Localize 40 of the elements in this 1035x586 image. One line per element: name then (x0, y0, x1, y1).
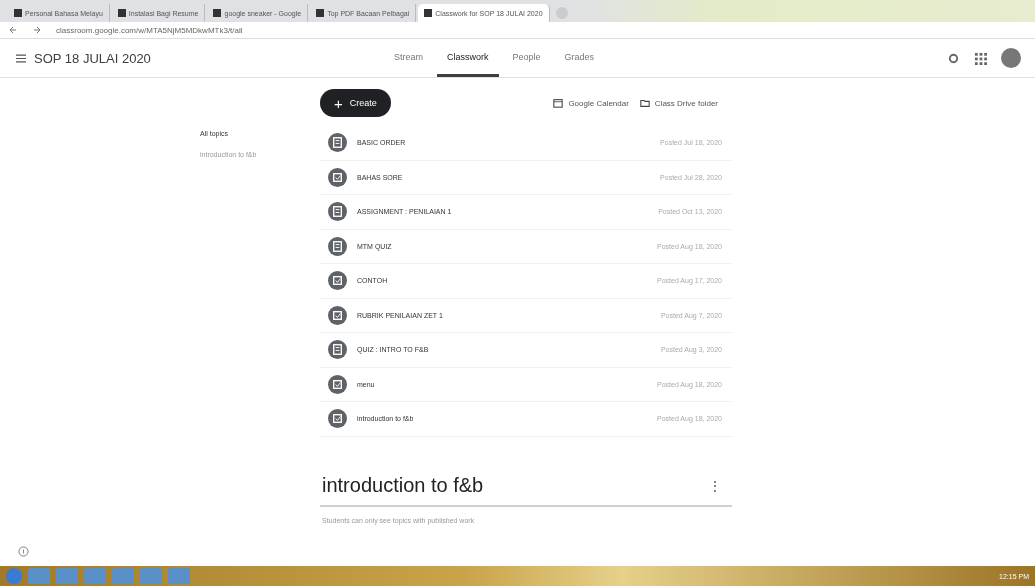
toolbar-link[interactable]: Class Drive folder (654, 98, 718, 108)
checkbox-icon (328, 271, 347, 291)
nav-tab[interactable]: People (502, 39, 551, 77)
taskbar-app-icon[interactable] (28, 568, 50, 584)
favicon-icon (14, 9, 22, 17)
nav-tab[interactable]: Grades (554, 39, 605, 77)
favicon-icon (213, 9, 222, 17)
checkbox-icon (328, 167, 347, 187)
folder-icon (639, 98, 650, 108)
address-bar[interactable]: classroom.google.com/w/MTA5NjM5MDkwMTk3/t/all (56, 25, 243, 35)
favicon-icon (424, 9, 433, 17)
nav-tab[interactable]: Stream (384, 39, 433, 77)
clipboard-icon (328, 236, 347, 256)
taskbar-app-icon[interactable] (168, 568, 190, 584)
taskbar-app-icon[interactable] (140, 568, 162, 584)
taskbar-app-icon[interactable] (56, 568, 78, 584)
start-button[interactable] (6, 568, 22, 584)
taskbar-app-icon[interactable] (112, 568, 134, 584)
clipboard-icon (328, 202, 347, 222)
avatar[interactable] (1001, 48, 1021, 68)
favicon-icon (117, 9, 126, 17)
favicon-icon (316, 9, 325, 17)
taskbar-app-icon[interactable] (84, 568, 106, 584)
topic-heading: introduction to f&b (322, 474, 484, 497)
calendar-icon (553, 98, 564, 108)
settings-icon[interactable] (947, 51, 960, 65)
checkbox-icon (328, 409, 347, 429)
apps-grid-icon[interactable] (974, 51, 987, 65)
class-title: SOP 18 JULAI 2020 (34, 50, 152, 66)
create-button[interactable]: + Create (320, 89, 391, 117)
toolbar-link[interactable]: Google Calendar (568, 98, 629, 108)
more-options-button[interactable]: ⋮ (708, 477, 722, 494)
checkbox-icon (328, 305, 347, 325)
help-icon[interactable] (18, 545, 29, 557)
clipboard-icon (328, 133, 347, 153)
nav-tab[interactable]: Classwork (437, 39, 499, 77)
clipboard-icon (328, 340, 347, 360)
checkbox-icon (328, 374, 347, 394)
menu-icon[interactable] (16, 53, 26, 63)
new-tab-button[interactable] (555, 7, 568, 19)
